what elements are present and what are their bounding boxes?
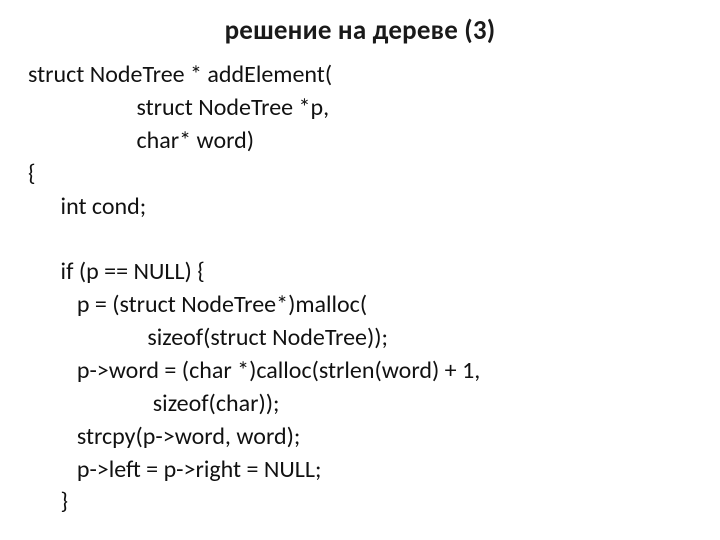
code-line: sizeof(struct NodeTree)); (28, 323, 388, 352)
code-line: } (28, 487, 68, 516)
code-line: { (28, 159, 36, 188)
code-line: sizeof(char)); (28, 389, 279, 418)
code-line: struct NodeTree * addElement( (28, 60, 332, 89)
code-line: strcpy(p->word, word); (28, 422, 300, 451)
code-line: int cond; (28, 192, 146, 221)
code-line: char* word) (28, 126, 254, 155)
slide-title: решение на дереве (3) (28, 14, 692, 47)
code-line: p->word = (char *)calloc(strlen(word) + … (28, 356, 480, 385)
code-line: struct NodeTree *p, (28, 93, 329, 122)
code-line: p->left = p->right = NULL; (28, 455, 321, 484)
code-block: struct NodeTree * addElement( struct Nod… (28, 59, 692, 519)
slide: решение на дереве (3) struct NodeTree * … (0, 0, 720, 540)
code-line: if (p == NULL) { (28, 257, 205, 286)
code-line: p = (struct NodeTree*)malloc( (28, 290, 367, 319)
